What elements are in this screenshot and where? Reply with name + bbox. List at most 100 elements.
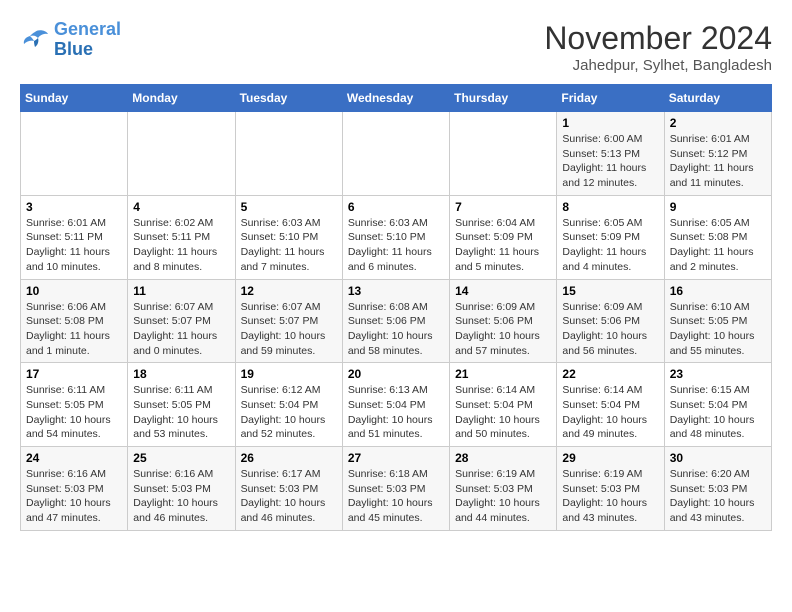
day-number: 29: [562, 451, 658, 465]
day-info: Sunrise: 6:10 AMSunset: 5:05 PMDaylight:…: [670, 300, 766, 359]
day-info: Sunrise: 6:08 AMSunset: 5:06 PMDaylight:…: [348, 300, 444, 359]
calendar-cell: 6Sunrise: 6:03 AMSunset: 5:10 PMDaylight…: [342, 195, 449, 279]
calendar-cell: 17 Sunrise: 6:11 AMSunset: 5:05 PMDayligh…: [21, 363, 128, 447]
header-cell-thursday: Thursday: [450, 85, 557, 112]
calendar-week-5: 24 Sunrise: 6:16 AMSunset: 5:03 PMDayligh…: [21, 447, 772, 531]
calendar-cell: 15 Sunrise: 6:09 AMSunset: 5:06 PMDayligh…: [557, 279, 664, 363]
day-info: Sunrise: 6:11 AMSunset: 5:05 PMDaylight:…: [133, 383, 229, 442]
day-number: 25: [133, 451, 229, 465]
day-number: 12: [241, 284, 337, 298]
calendar-cell: [235, 112, 342, 196]
calendar-cell: 9Sunrise: 6:05 AMSunset: 5:08 PMDaylight…: [664, 195, 771, 279]
title-block: November 2024 Jahedpur, Sylhet, Banglade…: [544, 20, 772, 74]
page-header: General Blue November 2024 Jahedpur, Syl…: [20, 20, 772, 74]
day-info: Sunrise: 6:19 AMSunset: 5:03 PMDaylight:…: [562, 467, 658, 526]
day-number: 30: [670, 451, 766, 465]
day-info: Sunrise: 6:20 AMSunset: 5:03 PMDaylight:…: [670, 467, 766, 526]
day-number: 15: [562, 284, 658, 298]
day-number: 19: [241, 367, 337, 381]
calendar-cell: 25Sunrise: 6:16 AMSunset: 5:03 PMDayligh…: [128, 447, 235, 531]
location-subtitle: Jahedpur, Sylhet, Bangladesh: [544, 57, 772, 74]
calendar-cell: [342, 112, 449, 196]
calendar-week-1: 1Sunrise: 6:00 AMSunset: 5:13 PMDaylight…: [21, 112, 772, 196]
day-info: Sunrise: 6:18 AMSunset: 5:03 PMDaylight:…: [348, 467, 444, 526]
day-info: Sunrise: 6:06 AMSunset: 5:08 PMDaylight:…: [26, 300, 122, 359]
calendar-cell: [128, 112, 235, 196]
day-number: 26: [241, 451, 337, 465]
day-number: 24: [26, 451, 122, 465]
calendar-cell: [21, 112, 128, 196]
day-info: Sunrise: 6:04 AMSunset: 5:09 PMDaylight:…: [455, 216, 551, 275]
logo: General Blue: [20, 20, 121, 60]
day-number: 16: [670, 284, 766, 298]
day-number: 9: [670, 200, 766, 214]
day-info: Sunrise: 6:12 AMSunset: 5:04 PMDaylight:…: [241, 383, 337, 442]
calendar-cell: 10 Sunrise: 6:06 AMSunset: 5:08 PMDayligh…: [21, 279, 128, 363]
calendar-cell: 18 Sunrise: 6:11 AMSunset: 5:05 PMDayligh…: [128, 363, 235, 447]
header-cell-wednesday: Wednesday: [342, 85, 449, 112]
calendar-cell: 21 Sunrise: 6:14 AMSunset: 5:04 PMDayligh…: [450, 363, 557, 447]
day-info: Sunrise: 6:09 AMSunset: 5:06 PMDaylight:…: [562, 300, 658, 359]
calendar-cell: [450, 112, 557, 196]
day-info: Sunrise: 6:03 AMSunset: 5:10 PMDaylight:…: [241, 216, 337, 275]
calendar-cell: 12 Sunrise: 6:07 AMSunset: 5:07 PMDayligh…: [235, 279, 342, 363]
calendar-cell: 14 Sunrise: 6:09 AMSunset: 5:06 PMDayligh…: [450, 279, 557, 363]
day-number: 6: [348, 200, 444, 214]
calendar-header: SundayMondayTuesdayWednesdayThursdayFrid…: [21, 85, 772, 112]
logo-icon: [20, 28, 50, 52]
day-info: Sunrise: 6:09 AMSunset: 5:06 PMDaylight:…: [455, 300, 551, 359]
header-cell-saturday: Saturday: [664, 85, 771, 112]
header-cell-tuesday: Tuesday: [235, 85, 342, 112]
calendar-cell: 26Sunrise: 6:17 AMSunset: 5:03 PMDayligh…: [235, 447, 342, 531]
day-number: 7: [455, 200, 551, 214]
calendar-cell: 2Sunrise: 6:01 AMSunset: 5:12 PMDaylight…: [664, 112, 771, 196]
day-info: Sunrise: 6:01 AMSunset: 5:11 PMDaylight:…: [26, 216, 122, 275]
calendar-body: 1Sunrise: 6:00 AMSunset: 5:13 PMDaylight…: [21, 112, 772, 531]
calendar-cell: 7 Sunrise: 6:04 AMSunset: 5:09 PMDaylight…: [450, 195, 557, 279]
calendar-cell: 5 Sunrise: 6:03 AMSunset: 5:10 PMDaylight…: [235, 195, 342, 279]
calendar-cell: 3 Sunrise: 6:01 AMSunset: 5:11 PMDaylight…: [21, 195, 128, 279]
calendar-cell: 4 Sunrise: 6:02 AMSunset: 5:11 PMDaylight…: [128, 195, 235, 279]
calendar-week-4: 17 Sunrise: 6:11 AMSunset: 5:05 PMDayligh…: [21, 363, 772, 447]
day-number: 23: [670, 367, 766, 381]
calendar-table: SundayMondayTuesdayWednesdayThursdayFrid…: [20, 84, 772, 531]
day-number: 4: [133, 200, 229, 214]
day-number: 17: [26, 367, 122, 381]
day-info: Sunrise: 6:19 AMSunset: 5:03 PMDaylight:…: [455, 467, 551, 526]
day-number: 27: [348, 451, 444, 465]
day-number: 18: [133, 367, 229, 381]
calendar-week-2: 3 Sunrise: 6:01 AMSunset: 5:11 PMDaylight…: [21, 195, 772, 279]
calendar-cell: 24 Sunrise: 6:16 AMSunset: 5:03 PMDayligh…: [21, 447, 128, 531]
calendar-cell: 27 Sunrise: 6:18 AMSunset: 5:03 PMDayligh…: [342, 447, 449, 531]
calendar-cell: 22Sunrise: 6:14 AMSunset: 5:04 PMDayligh…: [557, 363, 664, 447]
day-number: 3: [26, 200, 122, 214]
calendar-cell: 8Sunrise: 6:05 AMSunset: 5:09 PMDaylight…: [557, 195, 664, 279]
month-title: November 2024: [544, 20, 772, 57]
header-cell-sunday: Sunday: [21, 85, 128, 112]
day-number: 5: [241, 200, 337, 214]
day-number: 20: [348, 367, 444, 381]
calendar-cell: 23 Sunrise: 6:15 AMSunset: 5:04 PMDayligh…: [664, 363, 771, 447]
day-info: Sunrise: 6:15 AMSunset: 5:04 PMDaylight:…: [670, 383, 766, 442]
day-info: Sunrise: 6:11 AMSunset: 5:05 PMDaylight:…: [26, 383, 122, 442]
logo-text: General Blue: [54, 20, 121, 60]
day-info: Sunrise: 6:16 AMSunset: 5:03 PMDaylight:…: [26, 467, 122, 526]
day-info: Sunrise: 6:02 AMSunset: 5:11 PMDaylight:…: [133, 216, 229, 275]
header-row: SundayMondayTuesdayWednesdayThursdayFrid…: [21, 85, 772, 112]
day-info: Sunrise: 6:05 AMSunset: 5:09 PMDaylight:…: [562, 216, 658, 275]
header-cell-monday: Monday: [128, 85, 235, 112]
calendar-cell: 19 Sunrise: 6:12 AMSunset: 5:04 PMDayligh…: [235, 363, 342, 447]
day-number: 10: [26, 284, 122, 298]
day-info: Sunrise: 6:00 AMSunset: 5:13 PMDaylight:…: [562, 132, 658, 191]
day-info: Sunrise: 6:14 AMSunset: 5:04 PMDaylight:…: [455, 383, 551, 442]
day-number: 11: [133, 284, 229, 298]
day-info: Sunrise: 6:07 AMSunset: 5:07 PMDaylight:…: [241, 300, 337, 359]
day-number: 13: [348, 284, 444, 298]
calendar-week-3: 10 Sunrise: 6:06 AMSunset: 5:08 PMDayligh…: [21, 279, 772, 363]
day-number: 28: [455, 451, 551, 465]
day-number: 14: [455, 284, 551, 298]
day-info: Sunrise: 6:07 AMSunset: 5:07 PMDaylight:…: [133, 300, 229, 359]
calendar-cell: 13 Sunrise: 6:08 AMSunset: 5:06 PMDayligh…: [342, 279, 449, 363]
day-number: 21: [455, 367, 551, 381]
calendar-cell: 20Sunrise: 6:13 AMSunset: 5:04 PMDayligh…: [342, 363, 449, 447]
